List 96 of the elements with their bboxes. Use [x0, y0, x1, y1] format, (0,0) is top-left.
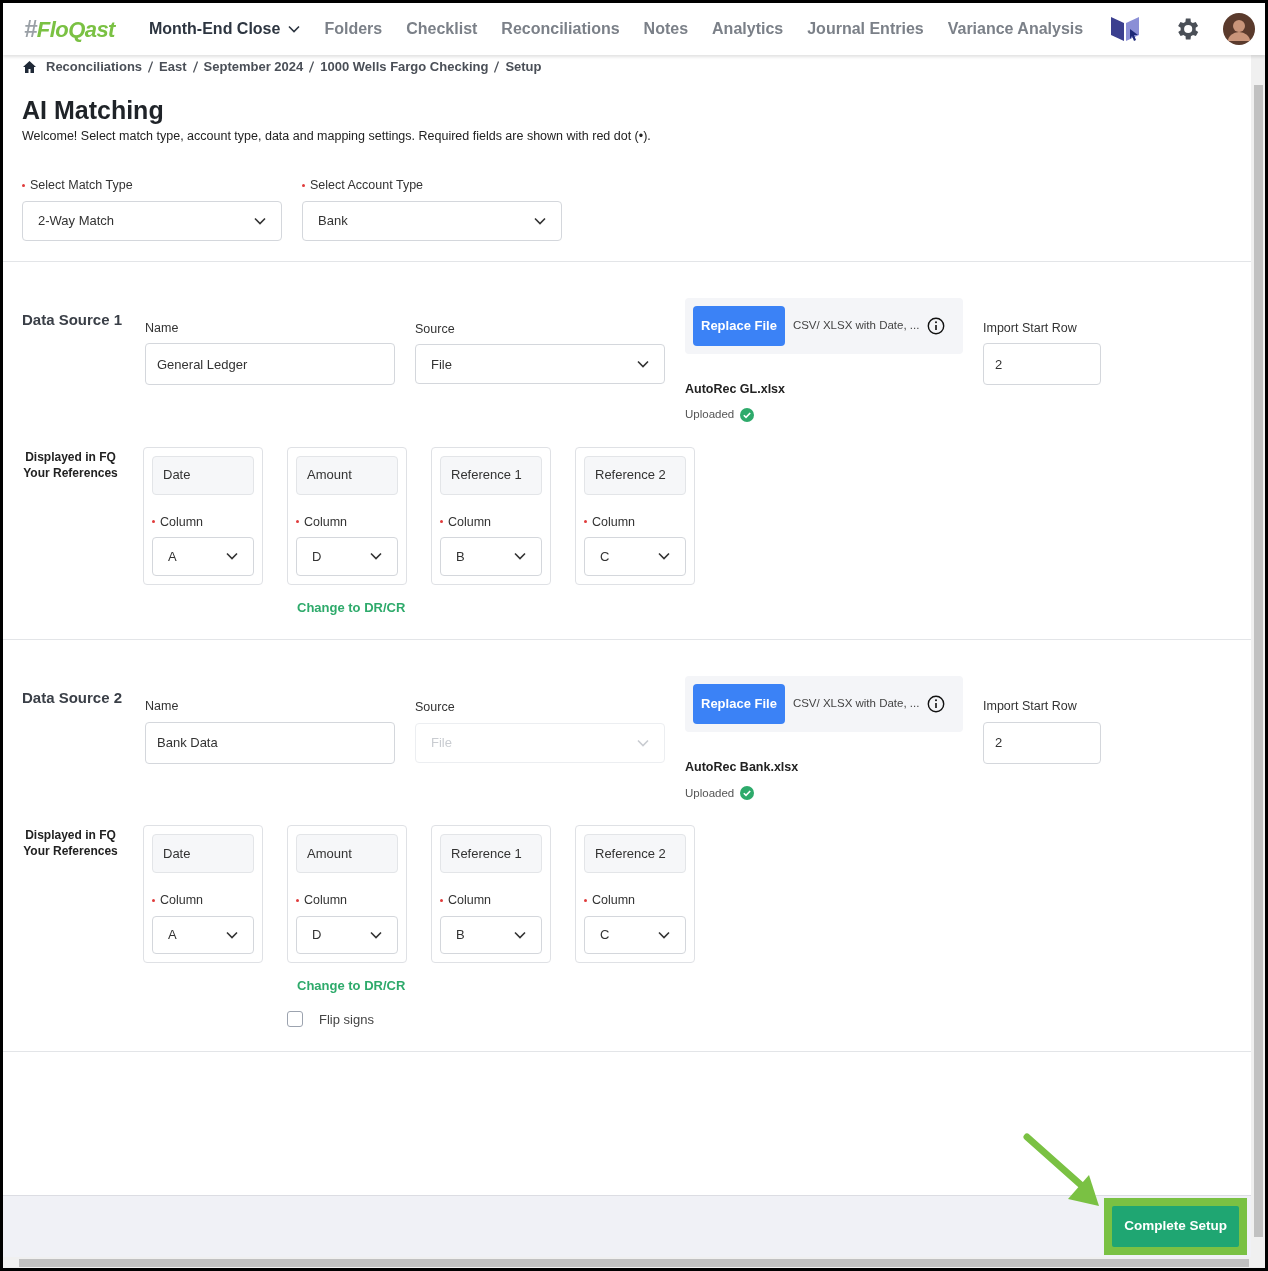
field-label: Column — [304, 513, 348, 531]
dropdown-select[interactable]: Bank — [302, 200, 562, 241]
vertical-scrollbar[interactable] — [1251, 55, 1265, 1257]
file-hint: CSV/ XLSX with Date, ... — [792, 696, 920, 712]
column-select[interactable]: C — [584, 915, 686, 954]
check-circle-icon — [740, 786, 755, 801]
checkbox[interactable] — [287, 1011, 303, 1028]
checkbox-label: Flip signs — [319, 1010, 374, 1029]
breadcrumb-link[interactable]: 1000 Wells Fargo Checking — [320, 57, 489, 77]
field-label: Name — [145, 319, 180, 337]
column-select[interactable]: A — [152, 915, 254, 954]
reference-field: Reference 1 — [440, 455, 542, 495]
chevron-down-icon — [658, 930, 670, 939]
start-row-input[interactable]: 2 — [983, 343, 1101, 386]
upload-status: Uploaded — [685, 407, 735, 423]
column-select[interactable]: C — [584, 537, 686, 576]
breadcrumb-link[interactable]: September 2024 — [203, 57, 304, 77]
section-title: Data Source 2 — [22, 688, 124, 708]
start-row-input[interactable]: 2 — [983, 721, 1101, 764]
chevron-down-icon — [226, 930, 238, 939]
month-end-close-menu[interactable]: Month-End Close — [148, 17, 301, 41]
chevron-down-icon — [370, 930, 382, 939]
slash-icon — [192, 61, 198, 73]
field-label: Column — [592, 513, 636, 531]
field-label: Select Account Type — [310, 176, 424, 194]
chevron-down-icon — [514, 552, 526, 561]
column-select[interactable]: B — [440, 915, 542, 954]
name-input[interactable]: Bank Data — [145, 721, 395, 764]
column-select[interactable]: B — [440, 537, 542, 576]
nav-link[interactable]: Analytics — [712, 17, 784, 41]
column-select[interactable]: D — [296, 537, 398, 576]
references-label: Your References — [23, 843, 118, 859]
page-description: Welcome! Select match type, account type, data and mapping settings. Required fields are shown with red dot (•). — [22, 128, 652, 145]
info-icon[interactable] — [927, 695, 946, 713]
reference-field: Amount — [296, 455, 398, 495]
avatar-icon[interactable] — [1223, 13, 1255, 45]
field-label: Name — [145, 698, 180, 715]
field-label: Column — [160, 892, 204, 910]
chevron-down-icon — [534, 216, 546, 225]
nav-link[interactable]: Checklist — [406, 17, 478, 41]
reference-field: Date — [152, 455, 254, 495]
slash-icon — [309, 61, 315, 73]
field-label: Select Match Type — [30, 176, 133, 194]
breadcrumb-link[interactable]: Setup — [505, 57, 542, 77]
reference-field: Reference 1 — [440, 834, 542, 874]
nav-link[interactable]: Variance Analysis — [947, 17, 1084, 41]
chevron-down-icon — [514, 930, 526, 939]
book-icon[interactable] — [1109, 15, 1141, 43]
slash-icon — [148, 61, 154, 73]
field-label: Source — [415, 320, 456, 338]
reference-field: Reference 2 — [584, 834, 686, 874]
home-icon[interactable] — [23, 61, 36, 73]
chevron-down-icon — [658, 552, 670, 561]
section-title: Data Source 1 — [22, 309, 124, 330]
field-label: Import Start Row — [983, 698, 1078, 715]
column-select[interactable]: A — [152, 537, 254, 576]
field-label: Column — [448, 892, 492, 910]
references-label: Displayed in FQ — [25, 827, 116, 843]
nav-link[interactable]: Journal Entries — [807, 17, 924, 41]
field-label: Import Start Row — [983, 319, 1078, 337]
references-label: Displayed in FQ — [25, 448, 116, 465]
reference-field: Reference 2 — [584, 455, 686, 495]
file-hint: CSV/ XLSX with Date, ... — [792, 317, 920, 333]
breadcrumb-link[interactable]: Reconciliations — [46, 57, 143, 77]
replace-file-button[interactable]: Replace File — [693, 305, 785, 346]
page-title: AI Matching — [22, 95, 165, 125]
horizontal-scrollbar[interactable] — [3, 1257, 1265, 1268]
chevron-down-icon — [288, 25, 301, 33]
nav-link[interactable]: Notes — [643, 17, 689, 41]
nav-link[interactable]: Reconciliations — [501, 17, 620, 41]
chevron-down-icon — [226, 552, 238, 561]
field-label: Column — [592, 892, 636, 910]
field-label: Column — [160, 513, 204, 531]
check-circle-icon — [740, 407, 755, 422]
reference-field: Date — [152, 834, 254, 874]
file-name: AutoRec Bank.xlsx — [685, 759, 800, 776]
chevron-down-icon — [370, 552, 382, 561]
chevron-down-icon — [637, 360, 649, 369]
upload-status: Uploaded — [685, 785, 735, 801]
field-label: Column — [304, 892, 348, 910]
nav-link[interactable]: Folders — [324, 17, 383, 41]
dropdown-select[interactable]: 2-Way Match — [22, 200, 282, 241]
column-select[interactable]: D — [296, 915, 398, 954]
source-select[interactable]: File — [415, 344, 665, 385]
name-input[interactable]: General Ledger — [145, 343, 395, 386]
references-label: Your References — [23, 464, 118, 481]
info-icon[interactable] — [927, 316, 946, 335]
chevron-down-icon — [637, 738, 649, 747]
replace-file-button[interactable]: Replace File — [693, 684, 785, 724]
field-label: Column — [448, 513, 492, 531]
reference-field: Amount — [296, 834, 398, 874]
chevron-down-icon — [254, 216, 266, 225]
breadcrumb-link[interactable]: East — [159, 57, 187, 77]
field-label: Source — [415, 699, 456, 716]
slash-icon — [494, 61, 500, 73]
file-name: AutoRec GL.xlsx — [685, 380, 787, 398]
